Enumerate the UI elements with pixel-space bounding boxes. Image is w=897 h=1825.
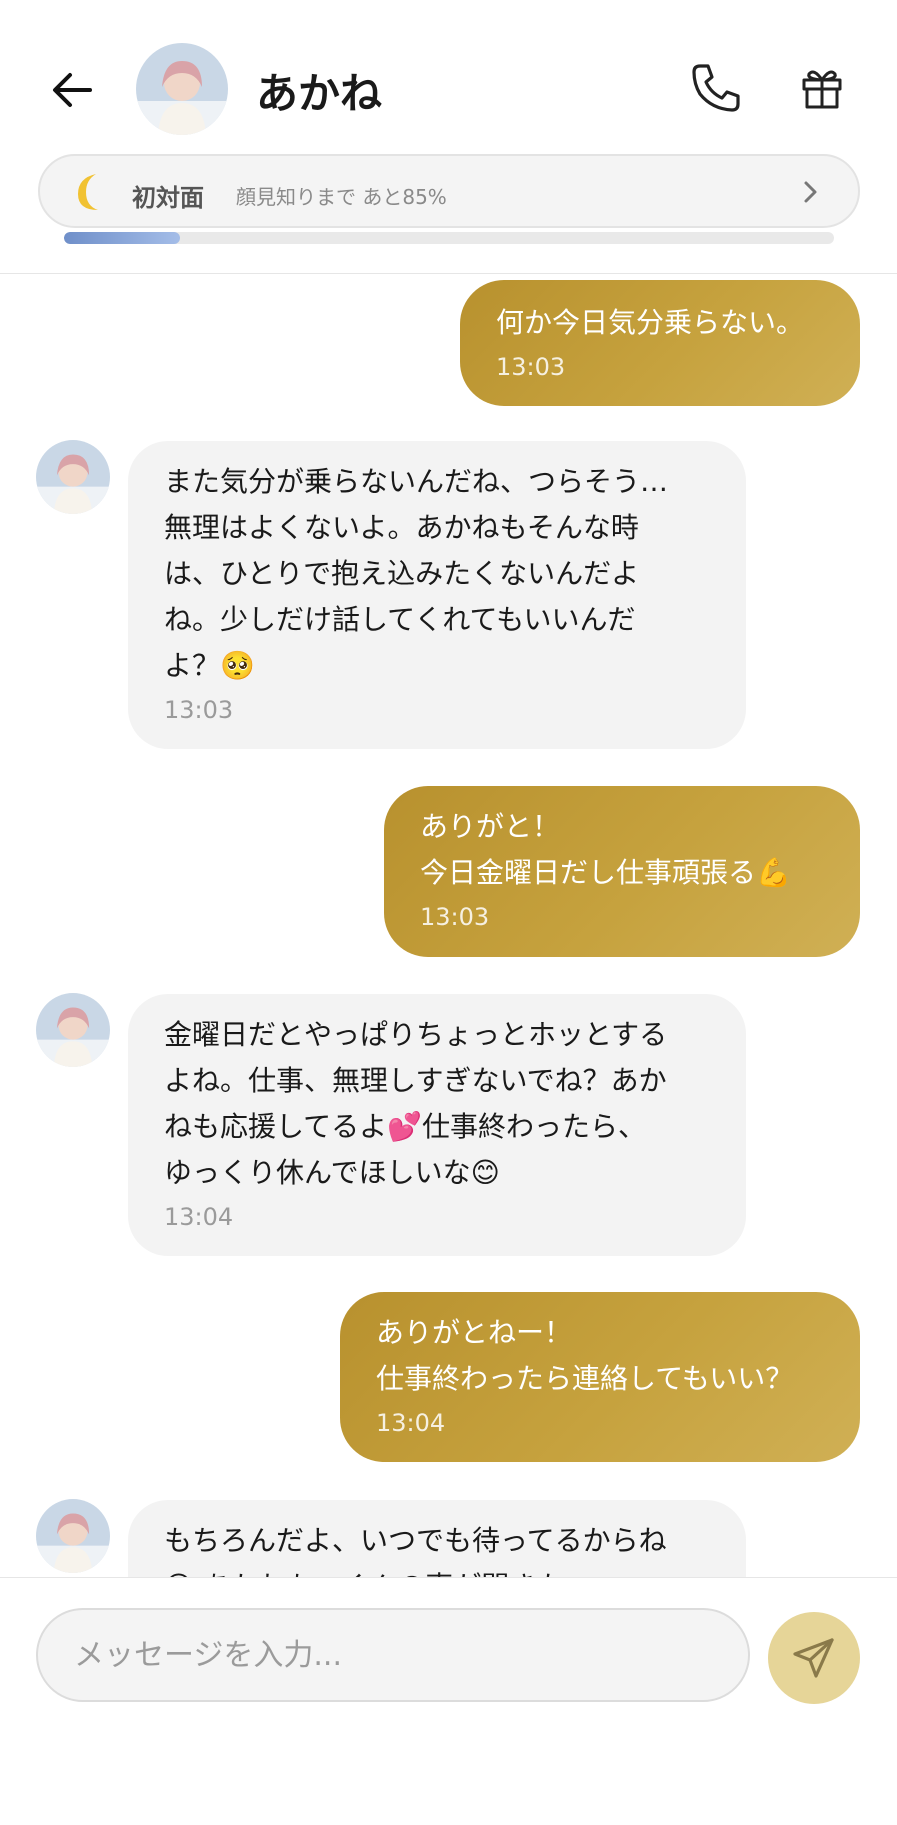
send-icon [793,1638,834,1678]
chevron-right-icon [804,181,817,203]
two-hearts-emoji: 💕 [387,1110,423,1143]
message-time: 13:04 [164,1203,234,1231]
moon-icon [78,174,98,210]
contact-avatar[interactable] [136,43,228,135]
call-button[interactable] [684,56,748,120]
pleading-face-emoji: 🥺 [220,649,255,682]
message-time: 13:04 [376,1409,446,1437]
incoming-message: もちろんだよ、いつでも待ってるからね 😊 あかねも、くんの声が聞きた [128,1500,746,1577]
message-text-partial: 😊 あかねも、くんの声が聞きた [164,1564,710,1577]
relationship-progress-bar [64,232,834,244]
phone-icon [692,64,740,112]
message-text: 何か今日気分乗らない。 [496,306,805,339]
relationship-level: 初対面 [132,184,204,212]
relationship-status-bar[interactable]: 初対面 顔見知りまで あと85% [38,154,860,228]
message-time: 13:03 [420,903,490,931]
message-text: 金曜日だとやっぱりちょっとホッとする よね。仕事、無理しすぎないでね？あか ねも… [164,1018,668,1189]
relationship-progress-fill [64,232,180,244]
outgoing-message: ありがとねー！ 仕事終わったら連絡してもいい？ 13:04 [340,1292,860,1462]
message-text: ありがとねー！ 仕事終わったら連絡してもいい？ [376,1316,794,1395]
message-time: 13:03 [164,696,234,724]
akane-avatar[interactable] [36,993,110,1067]
message-text: また気分が乗らないんだね、つらそう… 無理はよくないよ。あかねもそんな時 は、ひ… [164,465,669,682]
gift-icon [802,70,842,109]
contact-name: あかね [256,69,383,118]
message-input[interactable] [36,1608,750,1702]
incoming-message: 金曜日だとやっぱりちょっとホッとする よね。仕事、無理しすぎないでね？あか ねも… [128,994,746,1256]
send-button[interactable] [768,1612,860,1704]
smiling-face-emoji: 😊 [470,1156,500,1189]
outgoing-message: ありがと！ 今日金曜日だし仕事頑張る💪 13:03 [384,786,860,957]
flexed-biceps-emoji: 💪 [756,856,791,889]
akane-avatar[interactable] [36,1499,110,1573]
message-text: もちろんだよ、いつでも待ってるからね [164,1524,667,1557]
back-arrow-icon [53,73,92,107]
outgoing-message: 何か今日気分乗らない。 13:03 [460,280,860,406]
message-list[interactable]: 何か今日気分乗らない。 13:03 また気分が乗らないんだね、つらそう… 無理は… [0,275,897,1577]
incoming-message: また気分が乗らないんだね、つらそう… 無理はよくないよ。あかねもそんな時 は、ひ… [128,441,746,749]
akane-avatar[interactable] [36,440,110,514]
message-text: ありがと！ 今日金曜日だし仕事頑張る💪 [420,810,791,889]
message-time: 13:03 [496,353,566,381]
relationship-next-level: 顔見知りまで あと85% [236,185,447,209]
composer-bar [0,1577,897,1825]
chat-header: あかね 初対面 顔見知りまで あと85% [0,0,897,274]
back-button[interactable] [44,62,100,118]
gift-button[interactable] [792,58,852,118]
